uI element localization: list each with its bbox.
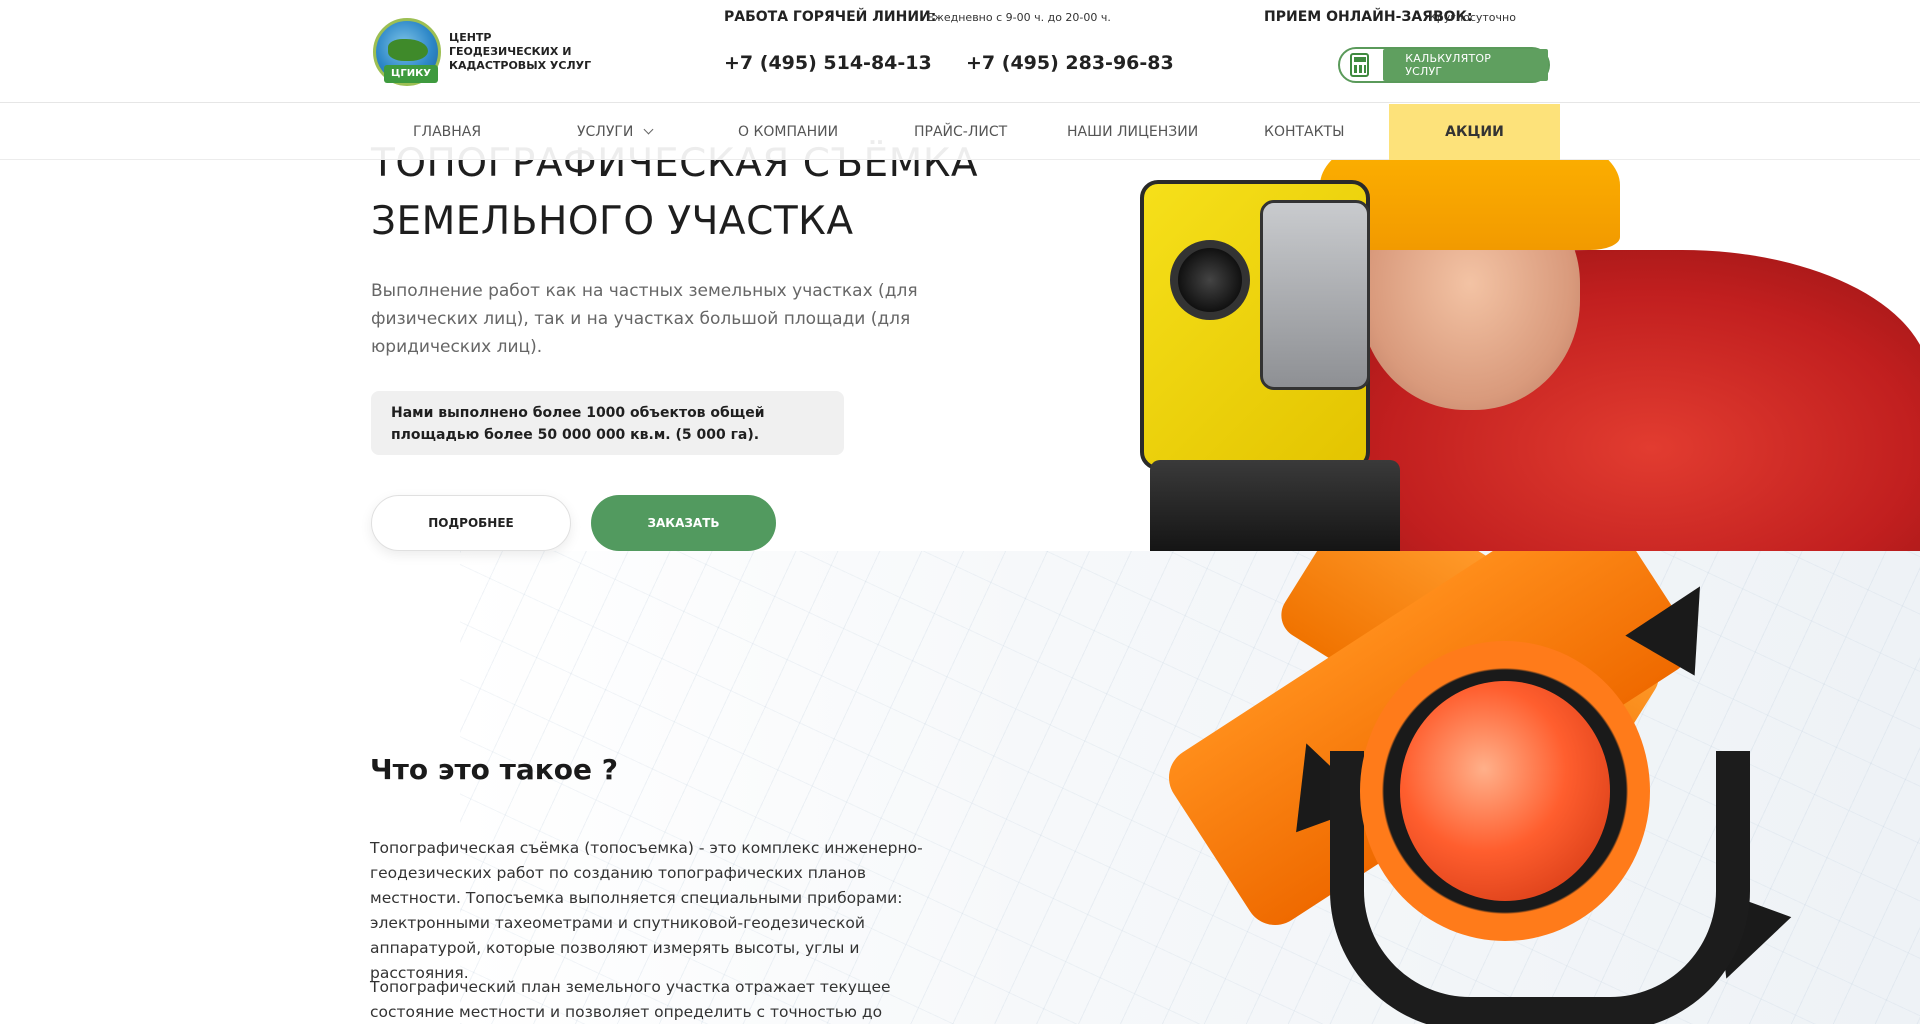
order-button[interactable]: ЗАКАЗАТЬ (591, 495, 776, 551)
calculator-icon (1350, 53, 1370, 77)
phone-link-2[interactable]: +7 (495) 283-96-83 (966, 52, 1174, 74)
nav-price-list[interactable]: ПРАЙС-ЛИСТ (914, 104, 1007, 160)
section-title: Что это такое ? (370, 753, 618, 786)
about-section-background (0, 551, 1920, 1024)
nav-about[interactable]: О КОМПАНИИ (738, 104, 838, 160)
globe-logo-icon: ЦГИКУ (373, 18, 441, 86)
prism-glass (1400, 681, 1610, 901)
total-station-panel (1260, 200, 1370, 390)
hero-subtitle: Выполнение работ как на частных земельны… (371, 281, 918, 357)
section-paragraph: Топографический план земельного участка … (370, 978, 891, 1021)
nav-licenses[interactable]: НАШИ ЛИЦЕНЗИИ (1067, 104, 1198, 160)
site-header: ЦГИКУ ЦЕНТР ГЕОДЕЗИЧЕСКИХ И КАДАСТРОВЫХ … (0, 0, 1920, 103)
total-station-base (1150, 460, 1400, 551)
nav-contacts[interactable]: КОНТАКТЫ (1264, 104, 1344, 160)
nav-services[interactable]: УСЛУГИ (577, 104, 654, 160)
logo-text: ЦЕНТР ГЕОДЕЗИЧЕСКИХ И КАДАСТРОВЫХ УСЛУГ (449, 31, 592, 72)
nav-home[interactable]: ГЛАВНАЯ (413, 104, 481, 160)
total-station-lens (1170, 240, 1250, 320)
more-button[interactable]: ПОДРОБНЕЕ (371, 495, 571, 551)
calculator-label: КАЛЬКУЛЯТОР УСЛУГ (1383, 49, 1548, 81)
company-logo[interactable]: ЦГИКУ ЦЕНТР ГЕОДЕЗИЧЕСКИХ И КАДАСТРОВЫХ … (373, 16, 603, 88)
calculator-button[interactable]: КАЛЬКУЛЯТОР УСЛУГ (1338, 47, 1550, 83)
logo-land-shape (388, 39, 428, 61)
online-requests-hours: Круглосуточно (1429, 11, 1516, 24)
hero-surveyor-image (1060, 160, 1920, 551)
logo-badge: ЦГИКУ (384, 65, 438, 83)
nav-services-label: УСЛУГИ (577, 124, 634, 140)
phone-link-1[interactable]: +7 (495) 514-84-13 (724, 52, 932, 74)
stats-callout: Нами выполнено более 1000 объектов общей… (371, 391, 844, 455)
hotline-label: РАБОТА ГОРЯЧЕЙ ЛИНИИ: (724, 9, 937, 25)
chevron-down-icon (643, 124, 654, 135)
nav-promotions[interactable]: АКЦИИ (1389, 104, 1560, 160)
main-navigation: ГЛАВНАЯ УСЛУГИ О КОМПАНИИ ПРАЙС-ЛИСТ НАШ… (0, 104, 1920, 160)
hotline-hours: Ежедневно с 9-00 ч. до 20-00 ч. (927, 11, 1111, 24)
section-paragraph: Топографическая съёмка (топосъемка) - эт… (370, 839, 923, 982)
